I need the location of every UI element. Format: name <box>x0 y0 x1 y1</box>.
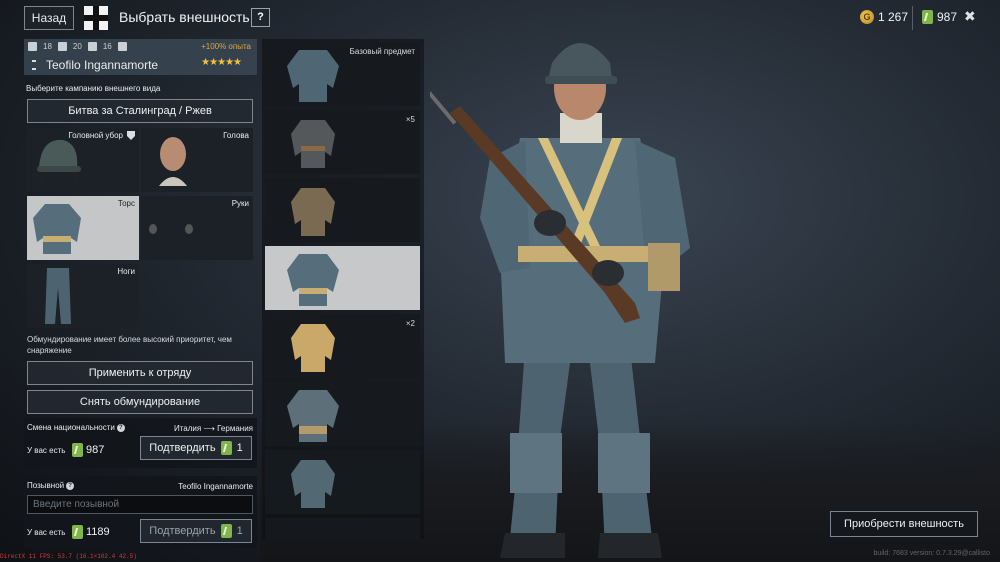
apply-to-squad-button[interactable]: Применить к отряду <box>27 361 253 385</box>
ticket-icon <box>220 441 232 455</box>
tunic-icon <box>291 324 335 372</box>
callsign-confirm-label: Подтвердить <box>149 525 216 537</box>
slot-legs[interactable]: Ноги <box>27 264 139 328</box>
nationality-change-label: Италия ⟶ Германия <box>173 424 253 433</box>
ticket-icon <box>922 10 933 24</box>
rank-icon <box>32 60 36 70</box>
item-card[interactable]: ×2 <box>265 314 420 378</box>
appearance-slots: Головной убор Голова Торс Руки Ноги <box>24 128 257 328</box>
item-card[interactable]: Базовый предмет <box>265 42 420 106</box>
gold-amount: 987 <box>937 10 958 24</box>
heart-icon <box>87 42 97 51</box>
help-button[interactable]: ? <box>251 8 270 27</box>
nationality-have-value: 987 <box>72 443 104 457</box>
page-title: Выбрать внешность <box>119 9 250 25</box>
item-card[interactable] <box>265 178 420 242</box>
left-panel: 18 20 16 +100% опыта Teofilo Ingannamort… <box>24 39 257 548</box>
slot-label-torso: Торс <box>117 199 135 208</box>
nationality-title-text: Смена национальности <box>27 423 115 432</box>
callsign-have-amount: 1189 <box>86 526 110 538</box>
iron-cross-icon <box>84 6 108 30</box>
soldier-card[interactable]: 18 20 16 +100% опыта Teofilo Ingannamort… <box>24 39 257 75</box>
buy-appearance-button[interactable]: Приобрести внешность <box>830 511 978 537</box>
ticket-icon <box>220 524 232 538</box>
item-card[interactable] <box>265 450 420 514</box>
top-bar: Назад Выбрать внешность ? G 1 267 987 ✖ <box>0 0 1000 36</box>
soldier-name: Teofilo Ingannamorte <box>46 58 159 72</box>
tunic-icon <box>287 390 339 442</box>
item-tag: Базовый предмет <box>349 47 415 56</box>
xp-bonus: +100% опыта <box>201 42 251 51</box>
nationality-cost: 1 <box>236 442 243 454</box>
soldier-model <box>430 43 690 558</box>
callsign-confirm-button[interactable]: Подтвердить 1 <box>140 519 252 543</box>
tunic-icon <box>287 254 339 306</box>
soldier-stars: ★★★★★ <box>201 57 242 68</box>
slot-hands[interactable]: Руки <box>141 196 253 260</box>
tunic-icon <box>291 460 335 508</box>
item-card[interactable] <box>265 518 420 539</box>
nationality-have-amount: 987 <box>86 444 105 456</box>
callsign-have-label: У вас есть <box>27 528 66 537</box>
nationality-title: Смена национальности? <box>27 423 125 432</box>
soldier-stats: 18 20 16 <box>28 42 127 51</box>
item-card[interactable]: ×5 <box>265 110 420 174</box>
tunic-icon <box>33 204 81 254</box>
campaign-select-button[interactable]: Битва за Сталинград / Ржев <box>27 99 253 123</box>
nationality-change-box: Смена национальности? Италия ⟶ Германия … <box>24 418 257 468</box>
gloves-icon <box>149 224 193 234</box>
trousers-icon <box>45 268 71 324</box>
stat-value-3: 16 <box>102 42 112 51</box>
build-version: build: 7683 version: 0.7.3.29@callisto <box>873 550 990 557</box>
stat-value-1: 18 <box>43 42 52 51</box>
gold-currency: 987 <box>922 10 957 24</box>
slot-head[interactable]: Голова <box>141 128 253 192</box>
ticket-icon <box>72 525 83 539</box>
slot-head-gear[interactable]: Головной убор <box>27 128 139 192</box>
tunic-icon <box>291 120 335 168</box>
item-tag: ×5 <box>405 115 415 124</box>
close-icon[interactable]: ✖ <box>964 8 976 25</box>
callsign-box: Позывной? Teofilo Ingannamorte У вас ест… <box>24 476 257 548</box>
campaign-label: Выберите кампанию внешнего вида <box>26 84 161 93</box>
wrench-icon <box>28 42 37 51</box>
stat-value-2: 20 <box>72 42 82 51</box>
debug-overlay: DirectX 11 FPS: 53.7 (16.1×102.4 42.5) <box>0 553 137 560</box>
callsign-title-text: Позывной <box>27 481 65 490</box>
nationality-confirm-button[interactable]: Подтвердить 1 <box>140 436 252 460</box>
slot-label-head: Голова <box>223 131 249 140</box>
item-card[interactable] <box>265 382 420 446</box>
head-preview-icon <box>159 137 187 186</box>
ticket-icon <box>72 443 83 457</box>
boot-icon <box>117 42 127 51</box>
question-icon[interactable]: ? <box>116 423 125 432</box>
tunic-icon <box>291 188 335 236</box>
question-icon[interactable]: ? <box>66 481 75 490</box>
slot-torso[interactable]: Торс <box>27 196 139 260</box>
crosshair-icon <box>57 42 67 51</box>
callsign-title: Позывной? <box>27 481 75 490</box>
nationality-confirm-label: Подтвердить <box>149 442 216 454</box>
priority-note: Обмундирование имеет более высокий приор… <box>27 335 232 355</box>
callsign-current: Teofilo Ingannamorte <box>178 482 253 491</box>
coin-icon: G <box>860 10 874 24</box>
back-button[interactable]: Назад <box>24 6 74 30</box>
item-card-selected[interactable] <box>265 246 420 310</box>
silver-amount: 1 267 <box>878 10 909 24</box>
silver-currency: G 1 267 <box>860 10 908 24</box>
slot-label-legs: Ноги <box>117 267 135 276</box>
slot-label-hands: Руки <box>231 199 249 208</box>
shield-icon <box>127 131 135 140</box>
callsign-input[interactable] <box>27 495 253 514</box>
item-list[interactable]: Базовый предмет ×5 ×2 <box>262 39 424 539</box>
callsign-cost: 1 <box>236 525 243 537</box>
nationality-have-label: У вас есть <box>27 446 66 455</box>
tunic-icon <box>287 50 339 102</box>
currency-divider <box>912 6 913 30</box>
callsign-have-value: 1189 <box>72 525 110 539</box>
slot-label-head-gear: Головной убор <box>68 131 123 140</box>
item-tag: ×2 <box>405 319 415 328</box>
remove-uniform-button[interactable]: Снять обмундирование <box>27 390 253 414</box>
